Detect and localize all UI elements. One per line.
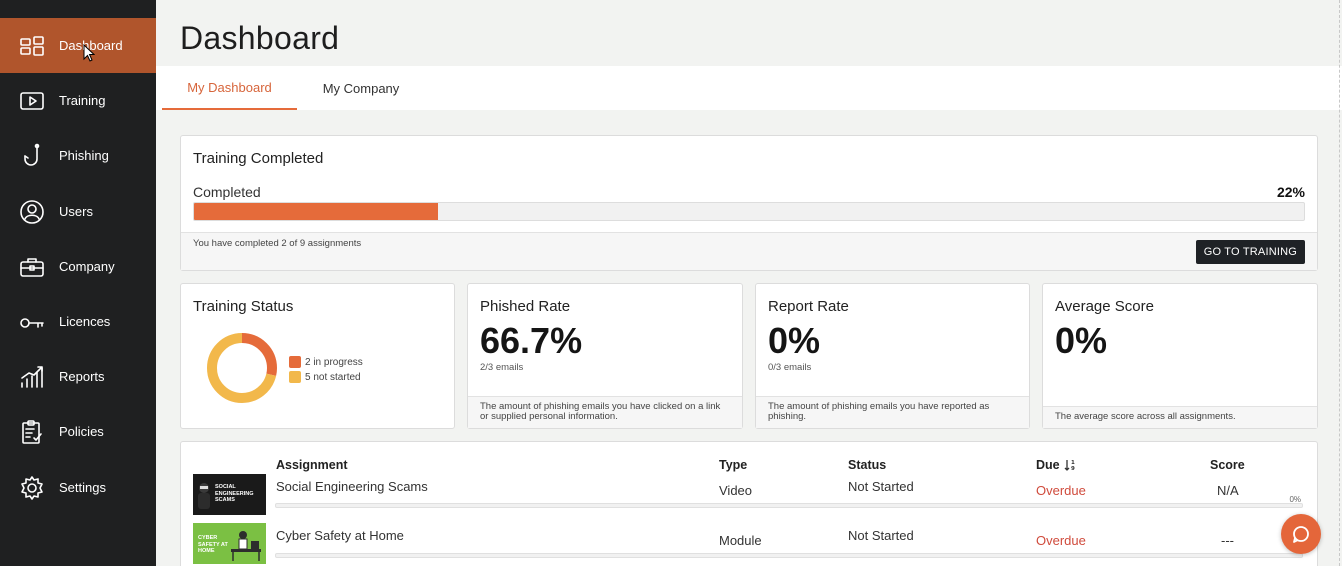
progress-bar	[193, 202, 1305, 221]
column-header-score[interactable]: Score	[1210, 458, 1245, 472]
average-score-card: Average Score 0% The average score acros…	[1042, 283, 1318, 429]
sidebar: Dashboard Training Phishing Users Compan…	[0, 0, 156, 566]
phished-rate-sub: 2/3 emails	[480, 362, 524, 373]
sidebar-item-settings[interactable]: Settings	[0, 460, 156, 515]
report-rate-value: 0%	[768, 320, 821, 361]
sort-descending-icon[interactable]: 1 9	[1064, 458, 1078, 472]
gear-icon	[18, 474, 46, 502]
card-description: The amount of phishing emails you have r…	[768, 401, 990, 422]
go-to-training-button[interactable]: GO TO TRAINING	[1195, 240, 1305, 264]
user-icon	[18, 198, 46, 226]
hook-icon	[18, 142, 46, 170]
thumbnail-caption: SOCIAL ENGINEERING SCAMS	[215, 484, 254, 503]
assignment-thumbnail: CYBER SAFETY AT HOME	[193, 523, 266, 564]
card-footer: The amount of phishing emails you have r…	[756, 396, 1029, 428]
sidebar-item-label: Settings	[59, 480, 106, 495]
card-title: Phished Rate	[480, 298, 571, 315]
help-chat-button[interactable]	[1281, 514, 1321, 554]
sidebar-item-licences[interactable]: Licences	[0, 294, 156, 349]
sidebar-item-label: Reports	[59, 369, 105, 384]
row-progress-bar	[275, 503, 1303, 508]
sidebar-item-users[interactable]: Users	[0, 184, 156, 239]
assignment-score: ---	[1221, 533, 1234, 548]
tabs-bar: My Dashboard My Company	[156, 66, 1342, 110]
chat-icon	[1293, 526, 1309, 543]
thumbnail-caption: CYBER SAFETY AT HOME	[198, 535, 228, 554]
mouse-cursor-icon	[83, 44, 95, 62]
divider	[1339, 0, 1340, 566]
legend-item: 5 not started	[289, 371, 361, 383]
chart-icon	[18, 363, 46, 391]
card-title: Training Status	[193, 298, 294, 315]
column-header-status[interactable]: Status	[848, 458, 886, 472]
assignment-score: N/A	[1217, 483, 1239, 498]
legend-item: 2 in progress	[289, 356, 363, 368]
sidebar-item-label: Users	[59, 204, 93, 219]
legend-swatch	[289, 371, 301, 383]
dashboard-icon	[18, 32, 46, 60]
sidebar-item-training[interactable]: Training	[0, 73, 156, 128]
row-progress-bar	[275, 553, 1303, 558]
assignment-due: Overdue	[1036, 533, 1086, 548]
card-footer: The average score across all assignments…	[1043, 406, 1317, 428]
play-icon	[18, 87, 46, 115]
sidebar-item-policies[interactable]: Policies	[0, 404, 156, 459]
progress-bar-fill	[194, 203, 439, 220]
assignment-type: Video	[719, 483, 753, 498]
phished-rate-value: 66.7%	[480, 320, 583, 361]
sidebar-item-label: Policies	[59, 424, 104, 439]
report-rate-card: Report Rate 0% 0/3 emails The amount of …	[755, 283, 1030, 429]
sidebar-item-dashboard[interactable]: Dashboard	[0, 18, 156, 73]
card-footer: The amount of phishing emails you have c…	[468, 396, 742, 428]
legend-label: 5 not started	[305, 371, 361, 383]
tab-my-dashboard[interactable]: My Dashboard	[162, 66, 297, 110]
column-header-due-label: Due	[1036, 458, 1060, 472]
card-title: Average Score	[1055, 298, 1154, 315]
card-description: The amount of phishing emails you have c…	[480, 401, 721, 422]
card-description: The average score across all assignments…	[1055, 411, 1236, 422]
card-title: Report Rate	[768, 298, 849, 315]
sidebar-item-label: Phishing	[59, 148, 109, 163]
assignments-table: Assignment Type Status Due 1 9 Score SOC…	[180, 441, 1318, 566]
sidebar-item-company[interactable]: Company	[0, 239, 156, 294]
progress-percent: 22%	[1276, 184, 1305, 200]
sidebar-item-label: Company	[59, 259, 115, 274]
sidebar-item-label: Training	[59, 93, 106, 108]
assignment-thumbnail: SOCIAL ENGINEERING SCAMS	[193, 474, 266, 515]
column-header-type[interactable]: Type	[719, 458, 747, 472]
phished-rate-card: Phished Rate 66.7% 2/3 emails The amount…	[467, 283, 743, 429]
assignment-name[interactable]: Cyber Safety at Home	[276, 528, 404, 543]
progress-label: Completed	[193, 184, 261, 200]
card-title: Training Completed	[193, 150, 324, 167]
completion-note: You have completed 2 of 9 assignments	[193, 238, 362, 249]
tab-my-company[interactable]: My Company	[306, 66, 416, 110]
report-rate-sub: 0/3 emails	[768, 362, 812, 373]
assignment-status: Not Started	[848, 528, 914, 543]
assignment-name[interactable]: Social Engineering Scams	[276, 479, 428, 494]
key-icon	[18, 308, 46, 336]
assignment-status: Not Started	[848, 479, 914, 494]
column-header-assignment[interactable]: Assignment	[276, 458, 348, 472]
assignment-due: Overdue	[1036, 483, 1086, 498]
clipboard-icon	[18, 418, 46, 446]
briefcase-icon	[18, 253, 46, 281]
sidebar-item-label: Licences	[59, 314, 111, 329]
sidebar-item-phishing[interactable]: Phishing	[0, 128, 156, 183]
training-status-card: Training Status 2 in progress 5 not star…	[180, 283, 455, 429]
training-completed-card: Training Completed Completed 22% You hav…	[180, 135, 1318, 271]
legend-label: 2 in progress	[305, 356, 363, 368]
page-title: Dashboard	[180, 20, 340, 56]
column-header-due[interactable]: Due 1 9	[1036, 458, 1078, 472]
legend-swatch	[289, 356, 301, 368]
card-footer: You have completed 2 of 9 assignments GO…	[181, 232, 1317, 270]
assignment-type: Module	[719, 533, 762, 548]
training-status-donut-chart	[207, 333, 277, 403]
average-score-value: 0%	[1055, 320, 1108, 361]
sidebar-item-reports[interactable]: Reports	[0, 349, 156, 404]
svg-text:9: 9	[1071, 466, 1075, 472]
